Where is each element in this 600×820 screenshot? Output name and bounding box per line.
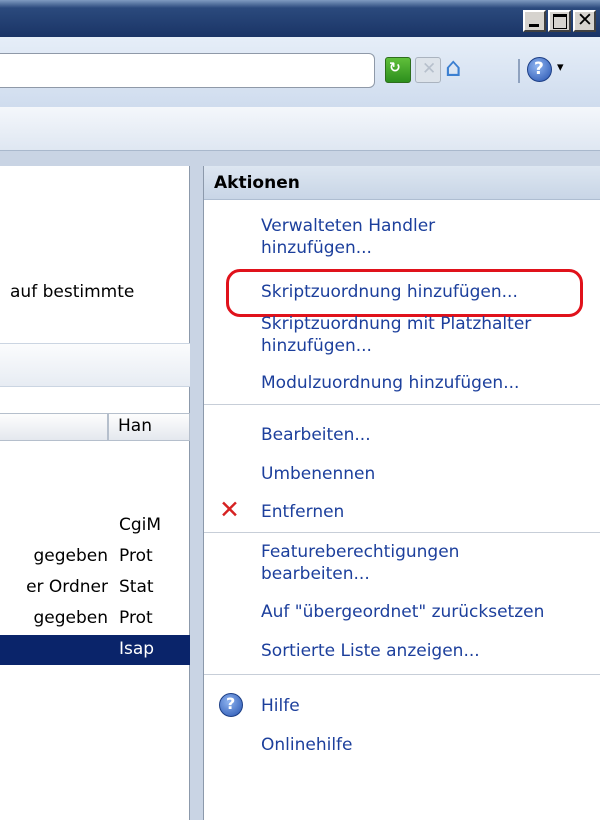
navigation-toolbar: ↻ ✕ ⌂ ? ▾ bbox=[0, 37, 600, 107]
help-dropdown-arrow-icon[interactable]: ▾ bbox=[557, 60, 564, 75]
divider bbox=[204, 532, 600, 533]
action-revert-to-parent[interactable]: Auf "übergeordnet" zurücksetzen bbox=[261, 601, 544, 623]
refresh-button[interactable]: ↻ bbox=[385, 57, 411, 83]
table-row-selected[interactable]: Isap bbox=[0, 635, 190, 665]
stop-button[interactable]: ✕ bbox=[415, 57, 441, 83]
action-add-script-map[interactable]: Skriptzuordnung hinzufügen... bbox=[261, 281, 518, 303]
divider bbox=[204, 674, 600, 675]
actions-pane: Aktionen Verwalteten Handler hinzufügen.… bbox=[203, 166, 600, 820]
divider bbox=[204, 404, 600, 405]
column-header-handler[interactable]: Han bbox=[108, 413, 190, 441]
action-add-module-mapping[interactable]: Modulzuordnung hinzufügen... bbox=[261, 372, 519, 394]
stop-icon: ✕ bbox=[422, 59, 437, 79]
action-online-help[interactable]: Onlinehilfe bbox=[261, 734, 353, 756]
window-title-bar: ✕ bbox=[0, 0, 600, 37]
action-add-managed-handler[interactable]: Verwalteten Handler hinzufügen... bbox=[261, 215, 435, 259]
maximize-button[interactable] bbox=[548, 10, 571, 32]
help-button[interactable]: ? bbox=[527, 57, 552, 82]
help-icon: ? bbox=[219, 693, 243, 717]
action-edit[interactable]: Bearbeiten... bbox=[261, 424, 371, 446]
actions-header: Aktionen bbox=[204, 166, 600, 200]
help-icon: ? bbox=[534, 59, 544, 79]
main-content: auf bestimmte Han CgiM gegeben Prot er O… bbox=[0, 151, 600, 820]
remove-x-icon: ✕ bbox=[219, 495, 240, 524]
table-row[interactable]: er Ordner Stat bbox=[0, 573, 190, 603]
action-rename[interactable]: Umbenennen bbox=[261, 463, 375, 485]
action-help[interactable]: Hilfe bbox=[261, 695, 300, 717]
feature-description: auf bestimmte bbox=[10, 282, 135, 302]
handler-mappings-pane: auf bestimmte Han CgiM gegeben Prot er O… bbox=[0, 166, 190, 820]
action-remove[interactable]: Entfernen bbox=[261, 501, 344, 523]
menu-strip bbox=[0, 107, 600, 151]
column-header-name[interactable] bbox=[0, 413, 108, 441]
action-view-ordered-list[interactable]: Sortierte Liste anzeigen... bbox=[261, 640, 480, 662]
action-add-wildcard-script-map[interactable]: Skriptzuordnung mit Platzhalter hinzufüg… bbox=[261, 313, 531, 357]
refresh-icon: ↻ bbox=[389, 60, 401, 76]
group-header bbox=[0, 343, 190, 387]
close-icon: ✕ bbox=[577, 9, 593, 31]
close-button[interactable]: ✕ bbox=[573, 9, 596, 32]
window-controls: ✕ bbox=[523, 9, 596, 32]
toolbar-separator bbox=[518, 59, 520, 83]
address-bar[interactable] bbox=[0, 53, 375, 88]
table-row[interactable]: gegeben Prot bbox=[0, 542, 190, 572]
action-edit-feature-permissions[interactable]: Featureberechtigungen bearbeiten... bbox=[261, 541, 459, 585]
home-button[interactable]: ⌂ bbox=[445, 53, 471, 83]
minimize-button[interactable] bbox=[523, 10, 546, 32]
table-row[interactable]: gegeben Prot bbox=[0, 604, 190, 634]
table-row[interactable]: CgiM bbox=[0, 511, 190, 541]
home-icon: ⌂ bbox=[445, 53, 462, 83]
column-header-row: Han bbox=[0, 413, 190, 441]
